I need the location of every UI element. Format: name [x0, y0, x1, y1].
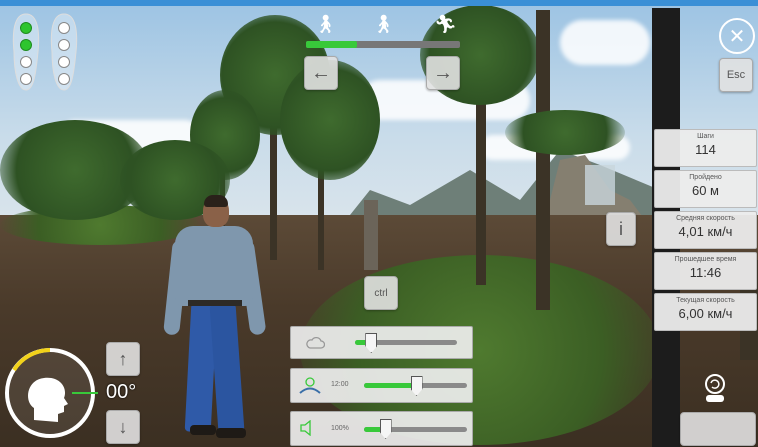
step-dot	[58, 22, 70, 34]
camera-reset-button[interactable]	[701, 374, 729, 404]
volume-slider-handle[interactable]	[379, 419, 392, 439]
character-hair	[204, 195, 228, 207]
time-slider-handle[interactable]	[410, 376, 423, 396]
weather-slider-handle[interactable]	[365, 333, 378, 353]
stat-label: Средняя скорость	[676, 215, 735, 222]
walk-progress-bar	[306, 41, 460, 48]
stat-label: Шаги	[697, 133, 714, 140]
time-slider-fill	[364, 383, 416, 388]
character-shirt	[175, 226, 253, 306]
step-dot	[58, 56, 70, 68]
tree-trunk	[536, 10, 550, 310]
tree-foliage	[505, 110, 625, 155]
step-dot	[20, 39, 32, 51]
info-button[interactable]: i	[606, 212, 636, 246]
stat-average-speed: Средняя скорость 4,01 км/ч	[654, 211, 757, 249]
stat-current-speed: Текущая скорость 6,00 км/ч	[654, 293, 757, 331]
stat-label: Пройдено	[689, 174, 722, 181]
action-button[interactable]	[680, 412, 756, 446]
head-direction-dial[interactable]	[2, 340, 102, 444]
time-value: 12:00	[331, 381, 349, 388]
esc-label: Esc	[726, 69, 746, 81]
person-standing-icon: 🚶︎	[314, 14, 337, 34]
volume-slider-panel: 100%	[290, 411, 473, 446]
weather-slider-panel	[290, 326, 473, 359]
ctrl-label: ctrl	[374, 287, 388, 299]
head-up-button[interactable]: ↑	[106, 342, 140, 376]
arrow-up-icon: ↑	[118, 348, 128, 369]
camera-reset-icon	[705, 374, 725, 402]
stat-value: 11:46	[689, 265, 722, 280]
time-slider-panel: 12:00	[290, 368, 473, 403]
arrow-right-icon: →	[433, 61, 453, 84]
step-dot	[20, 22, 32, 34]
head-angle-readout: 00°	[106, 381, 137, 403]
step-dot	[20, 73, 32, 85]
close-icon: ✕	[728, 25, 746, 48]
speaker-icon	[300, 420, 311, 436]
walk-progress-fill	[306, 41, 357, 48]
prev-button[interactable]: ←	[304, 56, 338, 90]
head-down-button[interactable]: ↓	[106, 410, 140, 444]
stat-value: 60 м	[691, 183, 719, 198]
character-belt	[188, 300, 242, 306]
stat-elapsed-time: Прошедшее время 11:46	[654, 252, 757, 290]
volume-slider[interactable]	[364, 427, 467, 432]
character-shoe	[216, 428, 246, 438]
person-running-icon: 🏃︎	[434, 14, 457, 34]
stat-label: Прошедшее время	[674, 256, 737, 263]
stat-label: Текущая скорость	[676, 297, 735, 304]
stat-value: 4,01 км/ч	[678, 224, 733, 239]
top-accent-bar	[0, 0, 758, 6]
step-dot	[58, 39, 70, 51]
stat-distance: Пройдено 60 м	[654, 170, 757, 208]
volume-value: 100%	[331, 425, 349, 432]
stat-value: 6,00 км/ч	[678, 306, 733, 321]
tree-stump	[364, 200, 378, 270]
next-button[interactable]: →	[426, 56, 460, 90]
character-shoe	[190, 425, 216, 435]
arrow-down-icon: ↓	[118, 416, 128, 437]
esc-button[interactable]: Esc	[719, 58, 753, 92]
cloud	[560, 20, 650, 65]
step-dot	[58, 73, 70, 85]
ctrl-button[interactable]: ctrl	[364, 276, 398, 310]
close-button[interactable]: ✕	[719, 18, 755, 54]
cloud-icon	[306, 336, 325, 349]
sun-horizon-icon	[299, 377, 321, 394]
info-label: i	[619, 218, 623, 239]
person-walking-icon: 🚶︎	[372, 14, 395, 34]
stat-steps: Шаги 114	[654, 129, 757, 167]
step-dot	[20, 56, 32, 68]
arrow-left-icon: ←	[311, 61, 331, 84]
stat-value: 114	[695, 142, 716, 157]
